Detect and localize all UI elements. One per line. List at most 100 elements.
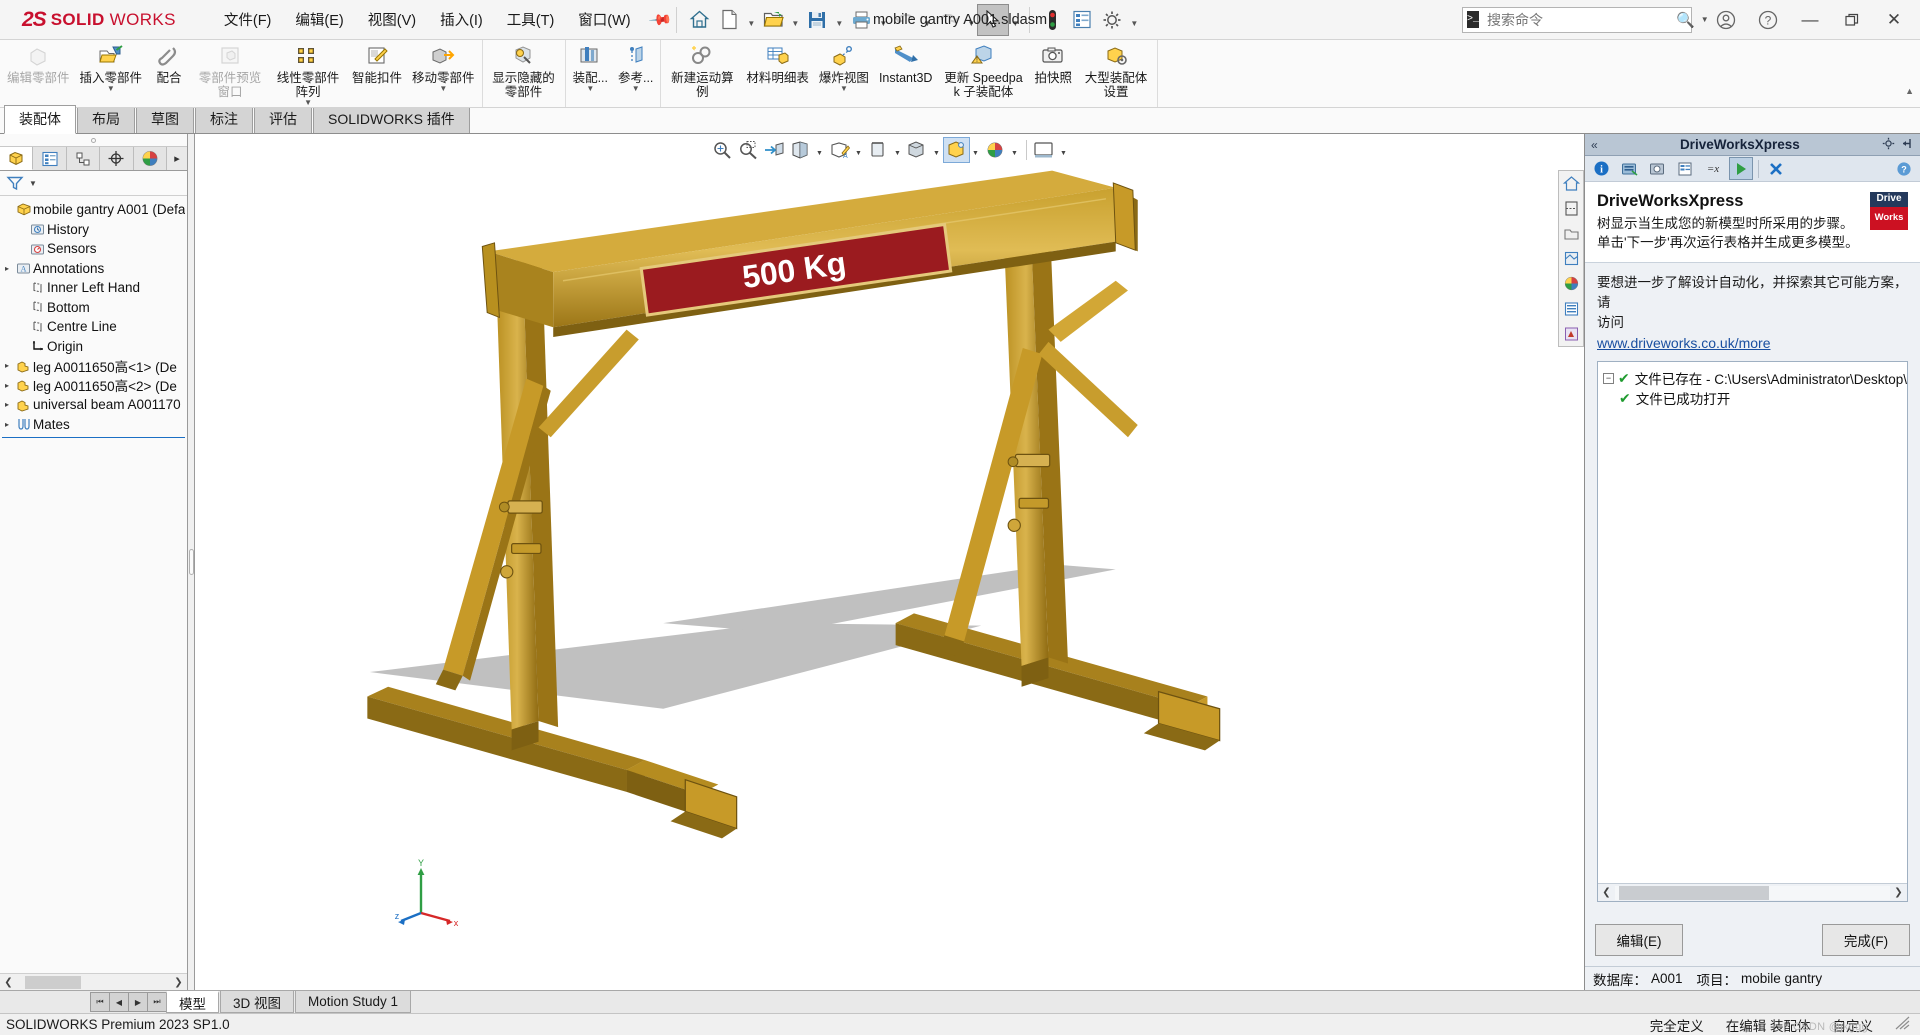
account-icon[interactable] [1706,5,1746,35]
scroll-left-arrow[interactable]: ❮ [0,974,17,991]
tab-layout[interactable]: 布局 [77,105,135,133]
dwx-tree-hscrollbar[interactable]: ❮ ❯ [1598,883,1907,901]
tab-sketch[interactable]: 草图 [136,105,194,133]
tree-item-assembly-root[interactable]: mobile gantry A001 (Defaul [0,200,187,220]
tree-item-centre-line[interactable]: Centre Line [0,317,187,337]
ribbon-instant3d[interactable]: Instant3D [874,40,938,107]
view-orientation-icon[interactable] [788,138,813,162]
ribbon-new-motion-study[interactable]: 新建运动算例 [663,40,741,107]
dimxpert-manager-tab[interactable] [100,147,134,170]
zoom-to-fit-icon[interactable] [710,138,735,162]
ribbon-assembly-features[interactable]: 装配... ▼ [568,40,613,107]
ribbon-component-preview[interactable]: 零部件预览窗口 [191,40,269,107]
dwx-database-icon[interactable] [1618,158,1640,179]
minimize-button[interactable]: — [1790,5,1830,35]
ribbon-linear-pattern[interactable]: 线性零部件阵列 ▼ [269,40,347,107]
ribbon-dropdown-caret[interactable]: ▼ [439,85,447,93]
select-cursor-icon[interactable] [977,3,1010,36]
menu-edit[interactable]: 编辑(E) [283,3,355,36]
display-style-dropdown[interactable]: ▼ [853,138,865,162]
viewport-layout-dropdown[interactable]: ▼ [1058,138,1070,162]
left-leg[interactable] [367,258,738,839]
view-section-icon[interactable] [1559,196,1583,221]
tree-toggle[interactable]: ▸ [0,400,14,409]
menu-tools[interactable]: 工具(T) [495,3,567,36]
property-manager-tab[interactable] [33,147,67,170]
apply-scene-dropdown[interactable]: ▼ [970,138,982,162]
gear-icon[interactable] [1882,137,1895,153]
menu-insert[interactable]: 插入(I) [428,3,495,36]
ribbon-dropdown-caret[interactable]: ▼ [107,85,115,93]
menu-file[interactable]: 文件(F) [212,3,284,36]
ribbon-show-hidden-components[interactable]: 显示隐藏的零部件 [485,40,563,107]
configuration-manager-tab[interactable] [66,147,101,170]
ribbon-move-component[interactable]: 移动零部件 ▼ [407,40,480,107]
view-appearance-icon[interactable] [1559,246,1583,271]
redo-icon[interactable] [934,5,964,35]
new-document-icon[interactable] [714,5,744,35]
select-dropdown[interactable]: ▼ [1008,5,1022,35]
view-display-list-icon[interactable] [1559,296,1583,321]
view-scene-sphere-icon[interactable] [1559,271,1583,296]
dwx-scroll-left-arrow[interactable]: ❮ [1598,884,1615,901]
ribbon-dropdown-caret[interactable]: ▼ [632,85,640,93]
dwx-scroll-thumb[interactable] [1619,885,1769,900]
tree-item-mates[interactable]: ▸ Mates [0,415,187,435]
help-icon[interactable]: ? [1748,5,1788,35]
collapse-pane-icon[interactable]: « [1591,138,1598,152]
save-icon[interactable] [802,5,832,35]
ribbon-exploded-view[interactable]: 爆炸视图 ▼ [814,40,874,107]
ribbon-mate[interactable]: 配合 [147,40,191,107]
ribbon-collapse-caret[interactable]: ▲ [1905,86,1914,96]
dwx-capture-icon[interactable] [1646,158,1668,179]
options-list-icon[interactable] [1067,5,1097,35]
viewport-layout-icon[interactable] [1032,138,1057,162]
print-icon[interactable] [846,5,876,35]
dwx-tree-row-file-exists[interactable]: − ✔ 文件已存在 - C:\Users\Administrator\Deskt… [1603,368,1907,388]
tree-item-sensors[interactable]: Sensors [0,239,187,259]
search-input[interactable] [1485,10,1671,29]
print-dropdown[interactable]: ▼ [876,5,890,35]
open-folder-icon[interactable] [758,5,788,35]
open-dropdown[interactable]: ▼ [788,5,802,35]
edit-appearance-icon[interactable] [905,138,930,162]
bottom-tab-model[interactable]: 模型 [166,991,219,1013]
tree-toggle[interactable]: ▸ [0,420,14,429]
tab-nav-last[interactable]: ⏭ [147,992,167,1012]
undo-dropdown[interactable]: ▼ [920,5,934,35]
dwx-finish-button[interactable]: 完成(F) [1822,924,1910,956]
driveworks-more-link[interactable]: www.driveworks.co.uk/more [1597,335,1908,351]
menu-window[interactable]: 窗口(W) [566,3,642,36]
edit-appearance-dropdown[interactable]: ▼ [931,138,943,162]
display-manager-tab[interactable] [133,147,168,170]
tab-solidworks-addins[interactable]: SOLIDWORKS 插件 [313,105,470,133]
settings-dropdown[interactable]: ▼ [1127,5,1141,35]
dwx-tree-row-file-opened[interactable]: ✔ 文件已成功打开 [1603,388,1902,408]
tree-item-origin[interactable]: Origin [0,337,187,357]
ribbon-take-snapshot[interactable]: 拍快照 [1029,40,1077,107]
bottom-tab-3dviews[interactable]: 3D 视图 [220,991,295,1013]
tab-assembly[interactable]: 装配体 [4,105,76,134]
view-settings-icon[interactable] [983,138,1008,162]
dwx-rules-icon[interactable]: =x [1702,158,1724,179]
dwx-info-icon[interactable]: i [1590,158,1612,179]
tree-toggle[interactable]: ▸ [0,361,14,370]
home-icon[interactable] [684,5,714,35]
bottom-tab-motion-study[interactable]: Motion Study 1 [295,991,412,1013]
tree-item-leg-1[interactable]: ▸ leg A0011650高<1> (De [0,356,187,376]
menu-view[interactable]: 视图(V) [356,3,428,36]
ribbon-dropdown-caret[interactable]: ▼ [586,85,594,93]
scroll-thumb[interactable] [25,975,81,989]
tab-nav-prev[interactable]: ◀ [109,992,129,1012]
view-folder-icon[interactable] [1559,221,1583,246]
tree-item-history[interactable]: History [0,220,187,240]
dwx-edit-button[interactable]: 编辑(E) [1595,924,1683,956]
view-render-icon[interactable] [1559,321,1583,346]
scroll-right-arrow[interactable]: ❯ [170,974,187,991]
tree-item-annotations[interactable]: ▸ A Annotations [0,259,187,279]
view-home-icon[interactable] [1559,171,1583,196]
ribbon-smart-fasteners[interactable]: 智能扣件 [347,40,407,107]
tab-markup[interactable]: 标注 [195,105,253,133]
dwx-result-tree[interactable]: − ✔ 文件已存在 - C:\Users\Administrator\Deskt… [1597,361,1908,902]
redo-dropdown[interactable]: ▼ [964,5,978,35]
